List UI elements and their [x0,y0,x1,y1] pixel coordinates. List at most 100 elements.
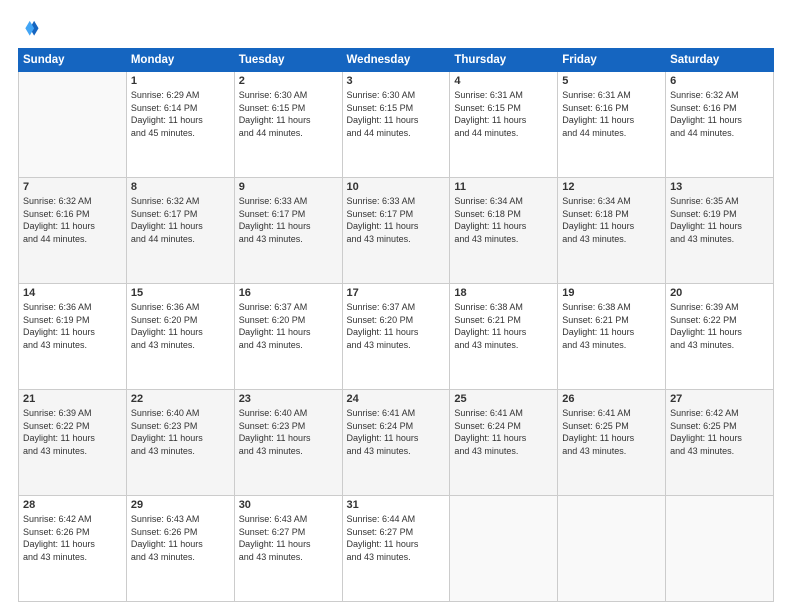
calendar-cell: 25 Sunrise: 6:41 AM Sunset: 6:24 PM Dayli… [450,390,558,496]
cell-text: Sunrise: 6:39 AM Sunset: 6:22 PM Dayligh… [23,407,122,457]
weekday-header-sunday: Sunday [19,49,127,72]
day-number: 22 [131,393,230,405]
calendar-cell: 5Sunrise: 6:31 AM Sunset: 6:16 PM Daylig… [558,72,666,178]
weekday-header-friday: Friday [558,49,666,72]
day-number: 9 [239,181,338,193]
calendar-cell: 14 Sunrise: 6:36 AM Sunset: 6:19 PM Dayli… [19,284,127,390]
calendar-cell: 16 Sunrise: 6:37 AM Sunset: 6:20 PM Dayli… [234,284,342,390]
calendar-page: SundayMondayTuesdayWednesdayThursdayFrid… [0,0,792,612]
cell-text: Sunrise: 6:32 AM Sunset: 6:16 PM Dayligh… [23,195,122,245]
day-number: 27 [670,393,769,405]
weekday-header-thursday: Thursday [450,49,558,72]
cell-text: Sunrise: 6:44 AM Sunset: 6:27 PM Dayligh… [347,513,446,563]
cell-text: Sunrise: 6:38 AM Sunset: 6:21 PM Dayligh… [454,301,553,351]
calendar-week-row: 7 Sunrise: 6:32 AM Sunset: 6:16 PM Daylig… [19,178,774,284]
day-number: 11 [454,181,553,193]
day-number: 25 [454,393,553,405]
calendar-week-row: 28 Sunrise: 6:42 AM Sunset: 6:26 PM Dayli… [19,496,774,602]
cell-text: Sunrise: 6:30 AM Sunset: 6:15 PM Dayligh… [347,89,446,139]
day-number: 14 [23,287,122,299]
cell-text: Sunrise: 6:41 AM Sunset: 6:24 PM Dayligh… [347,407,446,457]
day-number: 8 [131,181,230,193]
cell-text: Sunrise: 6:31 AM Sunset: 6:16 PM Dayligh… [562,89,661,139]
day-number: 30 [239,499,338,511]
day-number: 3 [347,75,446,87]
cell-text: Sunrise: 6:43 AM Sunset: 6:26 PM Dayligh… [131,513,230,563]
day-number: 31 [347,499,446,511]
calendar-cell: 19 Sunrise: 6:38 AM Sunset: 6:21 PM Dayli… [558,284,666,390]
day-number: 21 [23,393,122,405]
day-number: 28 [23,499,122,511]
weekday-header-row: SundayMondayTuesdayWednesdayThursdayFrid… [19,49,774,72]
calendar-cell: 11 Sunrise: 6:34 AM Sunset: 6:18 PM Dayli… [450,178,558,284]
calendar-cell: 12 Sunrise: 6:34 AM Sunset: 6:18 PM Dayli… [558,178,666,284]
cell-text: Sunrise: 6:43 AM Sunset: 6:27 PM Dayligh… [239,513,338,563]
day-number: 13 [670,181,769,193]
day-number: 2 [239,75,338,87]
day-number: 16 [239,287,338,299]
day-number: 10 [347,181,446,193]
day-number: 12 [562,181,661,193]
cell-text: Sunrise: 6:33 AM Sunset: 6:17 PM Dayligh… [347,195,446,245]
cell-text: Sunrise: 6:34 AM Sunset: 6:18 PM Dayligh… [454,195,553,245]
cell-text: Sunrise: 6:38 AM Sunset: 6:21 PM Dayligh… [562,301,661,351]
calendar-cell: 23 Sunrise: 6:40 AM Sunset: 6:23 PM Dayli… [234,390,342,496]
day-number: 19 [562,287,661,299]
calendar-cell: 3 Sunrise: 6:30 AM Sunset: 6:15 PM Daylig… [342,72,450,178]
day-number: 18 [454,287,553,299]
calendar-cell: 8 Sunrise: 6:32 AM Sunset: 6:17 PM Daylig… [126,178,234,284]
weekday-header-wednesday: Wednesday [342,49,450,72]
day-number: 1 [131,75,230,87]
cell-text: Sunrise: 6:31 AM Sunset: 6:15 PM Dayligh… [454,89,553,139]
calendar-cell [558,496,666,602]
calendar-cell: 31 Sunrise: 6:44 AM Sunset: 6:27 PM Dayli… [342,496,450,602]
calendar-cell: 30 Sunrise: 6:43 AM Sunset: 6:27 PM Dayli… [234,496,342,602]
calendar-cell: 9 Sunrise: 6:33 AM Sunset: 6:17 PM Daylig… [234,178,342,284]
calendar-week-row: 14 Sunrise: 6:36 AM Sunset: 6:19 PM Dayli… [19,284,774,390]
day-number: 23 [239,393,338,405]
cell-text: Sunrise: 6:32 AM Sunset: 6:17 PM Dayligh… [131,195,230,245]
calendar-cell: 13 Sunrise: 6:35 AM Sunset: 6:19 PM Dayli… [666,178,774,284]
cell-text: Sunrise: 6:40 AM Sunset: 6:23 PM Dayligh… [131,407,230,457]
cell-text: Sunrise: 6:36 AM Sunset: 6:19 PM Dayligh… [23,301,122,351]
cell-text: Sunrise: 6:34 AM Sunset: 6:18 PM Dayligh… [562,195,661,245]
calendar-cell: 17 Sunrise: 6:37 AM Sunset: 6:20 PM Dayli… [342,284,450,390]
day-number: 17 [347,287,446,299]
cell-text: Sunrise: 6:37 AM Sunset: 6:20 PM Dayligh… [239,301,338,351]
day-number: 4 [454,75,553,87]
cell-text: Sunrise: 6:41 AM Sunset: 6:24 PM Dayligh… [454,407,553,457]
cell-text: Sunrise: 6:40 AM Sunset: 6:23 PM Dayligh… [239,407,338,457]
cell-text: Sunrise: 6:36 AM Sunset: 6:20 PM Dayligh… [131,301,230,351]
calendar-cell: 10 Sunrise: 6:33 AM Sunset: 6:17 PM Dayli… [342,178,450,284]
calendar-cell: 1 Sunrise: 6:29 AM Sunset: 6:14 PM Daylig… [126,72,234,178]
cell-text: Sunrise: 6:32 AM Sunset: 6:16 PM Dayligh… [670,89,769,139]
day-number: 7 [23,181,122,193]
calendar-cell: 28 Sunrise: 6:42 AM Sunset: 6:26 PM Dayli… [19,496,127,602]
cell-text: Sunrise: 6:42 AM Sunset: 6:26 PM Dayligh… [23,513,122,563]
calendar-week-row: 21 Sunrise: 6:39 AM Sunset: 6:22 PM Dayli… [19,390,774,496]
cell-text: Sunrise: 6:37 AM Sunset: 6:20 PM Dayligh… [347,301,446,351]
calendar-cell: 22 Sunrise: 6:40 AM Sunset: 6:23 PM Dayli… [126,390,234,496]
logo [18,18,44,40]
calendar-week-row: 1 Sunrise: 6:29 AM Sunset: 6:14 PM Daylig… [19,72,774,178]
cell-text: Sunrise: 6:42 AM Sunset: 6:25 PM Dayligh… [670,407,769,457]
cell-text: Sunrise: 6:41 AM Sunset: 6:25 PM Dayligh… [562,407,661,457]
calendar-cell [450,496,558,602]
day-number: 26 [562,393,661,405]
calendar-cell: 18 Sunrise: 6:38 AM Sunset: 6:21 PM Dayli… [450,284,558,390]
calendar-cell: 7 Sunrise: 6:32 AM Sunset: 6:16 PM Daylig… [19,178,127,284]
weekday-header-monday: Monday [126,49,234,72]
cell-text: Sunrise: 6:39 AM Sunset: 6:22 PM Dayligh… [670,301,769,351]
calendar-cell: 27 Sunrise: 6:42 AM Sunset: 6:25 PM Dayli… [666,390,774,496]
cell-text: Sunrise: 6:30 AM Sunset: 6:15 PM Dayligh… [239,89,338,139]
calendar-cell: 6 Sunrise: 6:32 AM Sunset: 6:16 PM Daylig… [666,72,774,178]
weekday-header-tuesday: Tuesday [234,49,342,72]
calendar-cell [666,496,774,602]
day-number: 15 [131,287,230,299]
day-number: 24 [347,393,446,405]
calendar-cell [19,72,127,178]
day-number: 6 [670,75,769,87]
cell-text: Sunrise: 6:33 AM Sunset: 6:17 PM Dayligh… [239,195,338,245]
cell-text: Sunrise: 6:29 AM Sunset: 6:14 PM Dayligh… [131,89,230,139]
cell-text: Sunrise: 6:35 AM Sunset: 6:19 PM Dayligh… [670,195,769,245]
